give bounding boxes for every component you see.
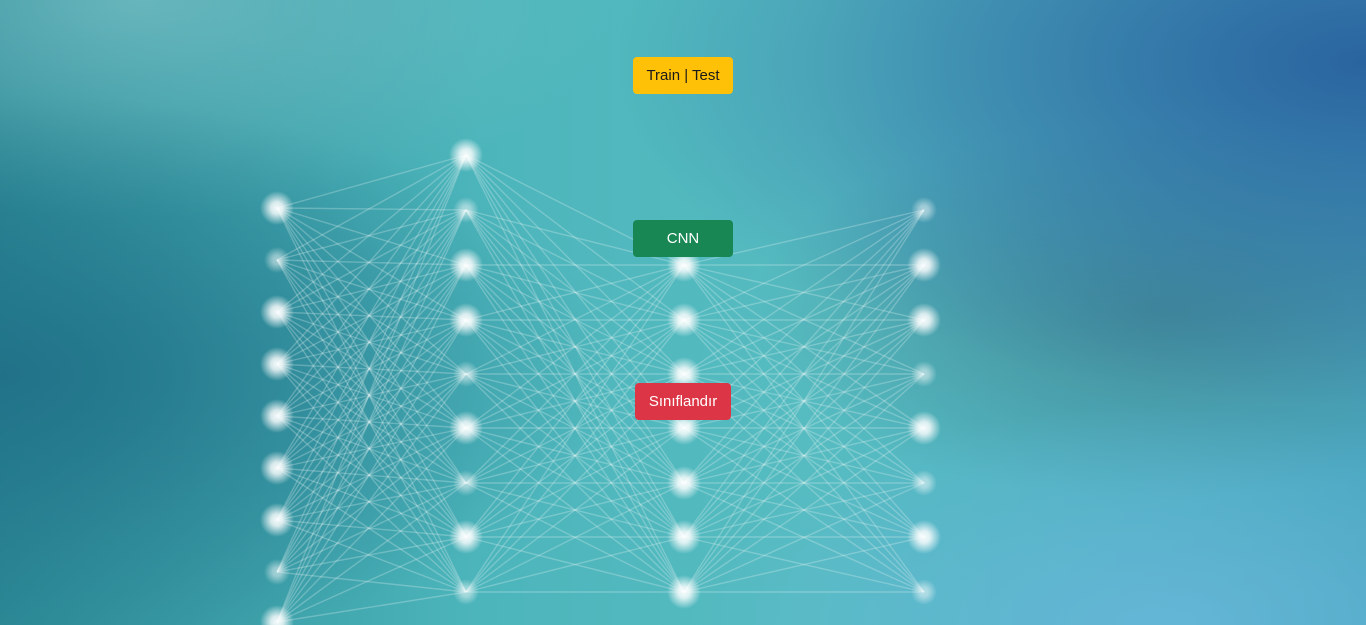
neuron-node — [260, 295, 294, 329]
neuron-node — [667, 520, 701, 554]
neuron-node — [453, 197, 479, 223]
neuron-node — [907, 411, 941, 445]
neuron-node — [453, 361, 479, 387]
neuron-node — [260, 451, 294, 485]
neuron-node — [667, 303, 701, 337]
neuron-node — [449, 520, 483, 554]
cnn-button[interactable]: CNN — [633, 220, 733, 257]
neuron-node — [449, 411, 483, 445]
neuron-node — [911, 579, 937, 605]
neuron-node — [449, 303, 483, 337]
neuron-node — [911, 197, 937, 223]
neuron-node — [260, 503, 294, 537]
classify-button[interactable]: Sınıflandır — [635, 383, 731, 420]
neuron-node — [264, 559, 290, 585]
neuron-node — [449, 138, 483, 172]
neuron-node — [907, 303, 941, 337]
neuron-node — [260, 191, 294, 225]
neuron-node — [264, 247, 290, 273]
neuron-node — [667, 466, 701, 500]
neuron-node — [453, 579, 479, 605]
neuron-node — [911, 470, 937, 496]
neuron-node — [449, 248, 483, 282]
neuron-node — [907, 520, 941, 554]
neuron-node — [911, 361, 937, 387]
neuron-node — [453, 470, 479, 496]
neuron-node — [260, 347, 294, 381]
train-test-button[interactable]: Train | Test — [633, 57, 733, 94]
neuron-node — [907, 248, 941, 282]
neuron-node — [667, 575, 701, 609]
neuron-node — [260, 399, 294, 433]
